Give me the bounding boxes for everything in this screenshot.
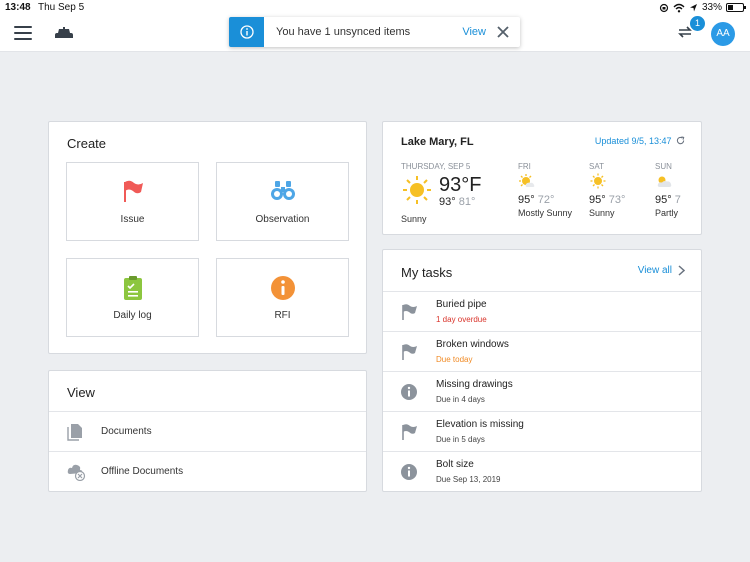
task-name: Buried pipe [436, 299, 487, 310]
menu-button[interactable] [14, 26, 32, 40]
weather-updated[interactable]: Updated 9/5, 13:47 [595, 136, 685, 146]
today-high-low: 93° 81° [439, 196, 475, 208]
flag-icon [402, 424, 417, 440]
unsynced-toast: You have 1 unsynced items View [229, 17, 520, 47]
forecast-condition: Partly [655, 208, 679, 218]
task-row[interactable]: Broken windows Due today [383, 331, 701, 371]
day-name: THURSDAY, SEP 5 [401, 162, 471, 171]
create-rfi-tile[interactable]: RFI [216, 258, 349, 337]
flag-icon [402, 344, 417, 360]
view-all-label: View all [637, 265, 672, 276]
today-low: 81° [458, 196, 476, 208]
create-observation-tile[interactable]: Observation [216, 162, 349, 241]
orientation-lock-icon [659, 3, 669, 12]
weather-updated-text: Updated 9/5, 13:47 [594, 136, 672, 146]
forecast-high: 95° [655, 194, 672, 206]
view-all-link[interactable]: View all [638, 265, 685, 276]
task-row[interactable]: Bolt size Due Sep 13, 2019 [383, 451, 701, 491]
tile-label: Issue [120, 214, 145, 225]
app-logo-icon[interactable] [54, 26, 74, 45]
create-card: Create Issue Observation Daily log RFI [48, 121, 367, 354]
info-icon [270, 276, 295, 300]
wifi-icon [673, 3, 685, 12]
create-daily-log-tile[interactable]: Daily log [66, 258, 199, 337]
forecast-condition: Sunny [589, 208, 615, 218]
forecast-high: 95° [589, 194, 606, 206]
task-row[interactable]: Elevation is missing Due in 5 days [383, 411, 701, 451]
avatar[interactable]: AA [711, 22, 735, 46]
weather-location: Lake Mary, FL [401, 136, 474, 148]
status-bar: 13:48 Thu Sep 5 33% [0, 0, 750, 16]
view-item-label: Documents [101, 426, 152, 437]
view-documents-item[interactable]: Documents [49, 411, 366, 451]
status-time: 13:48 [5, 2, 31, 13]
day-name: SAT [589, 162, 604, 171]
day-name: SUN [655, 162, 672, 171]
today-temperature: 93°F [439, 174, 482, 196]
task-due: Due in 5 days [436, 435, 485, 444]
toast-message: You have 1 unsynced items [276, 26, 411, 38]
partly-cloudy-icon [657, 176, 672, 187]
view-title: View [67, 385, 95, 400]
task-row[interactable]: Missing drawings Due in 4 days [383, 371, 701, 411]
flag-icon [123, 180, 143, 202]
weather-forecast-day: SUN 95° 7 Partly [655, 162, 701, 218]
view-card: View Documents Offline Documents [48, 370, 367, 492]
task-name: Broken windows [436, 339, 509, 350]
weather-forecast-day: SAT 95° 73° Sunny [589, 162, 649, 218]
offline-cloud-icon [67, 464, 86, 481]
create-title: Create [67, 136, 107, 151]
forecast-low: 7 [674, 194, 681, 206]
sync-count-badge: 1 [690, 16, 705, 31]
forecast-low: 72° [537, 194, 555, 206]
partly-sunny-icon [519, 174, 535, 187]
task-name: Bolt size [436, 459, 474, 470]
document-icon [67, 424, 82, 441]
toast-view-link[interactable]: View [462, 26, 486, 38]
battery-percent: 33% [701, 2, 722, 13]
sun-icon [403, 176, 431, 204]
weather-card: Lake Mary, FL Updated 9/5, 13:47 THURSDA… [382, 121, 702, 235]
sun-icon [590, 173, 606, 189]
forecast-high: 95° [518, 194, 535, 206]
location-icon [689, 3, 697, 11]
info-icon [229, 17, 264, 47]
close-icon[interactable] [496, 25, 510, 39]
tile-label: RFI [274, 310, 291, 321]
battery-icon [726, 3, 746, 12]
binoculars-icon [270, 181, 295, 200]
chevron-right-icon [678, 265, 685, 276]
my-tasks-card: My tasks View all Buried pipe 1 day over… [382, 249, 702, 492]
forecast-condition: Mostly Sunny [518, 208, 573, 218]
task-name: Elevation is missing [436, 419, 524, 430]
task-due: Due in 4 days [436, 395, 485, 404]
info-icon [401, 384, 417, 400]
forecast-low: 73° [608, 194, 626, 206]
view-offline-documents-item[interactable]: Offline Documents [49, 451, 366, 491]
refresh-icon [676, 136, 685, 145]
task-due: Due today [436, 355, 473, 364]
create-issue-tile[interactable]: Issue [66, 162, 199, 241]
view-item-label: Offline Documents [101, 466, 184, 477]
clipboard-icon [123, 276, 142, 300]
weather-forecast-day: FRI 95° 72° Mostly Sunny [518, 162, 588, 218]
flag-icon [402, 304, 417, 320]
status-indicators: 33% [659, 2, 746, 13]
tile-label: Daily log [113, 310, 152, 321]
task-due: Due Sep 13, 2019 [436, 475, 501, 484]
info-icon [401, 464, 417, 480]
day-name: FRI [518, 162, 531, 171]
tasks-title: My tasks [401, 265, 453, 280]
today-high: 93° [439, 196, 456, 208]
task-due: 1 day overdue [436, 315, 487, 324]
tile-label: Observation [255, 214, 310, 225]
today-condition: Sunny [401, 214, 427, 224]
task-row[interactable]: Buried pipe 1 day overdue [383, 291, 701, 331]
weather-today: THURSDAY, SEP 5 93°F 93° 81° Sunny [401, 162, 511, 232]
status-date: Thu Sep 5 [38, 2, 85, 13]
task-name: Missing drawings [436, 379, 513, 390]
